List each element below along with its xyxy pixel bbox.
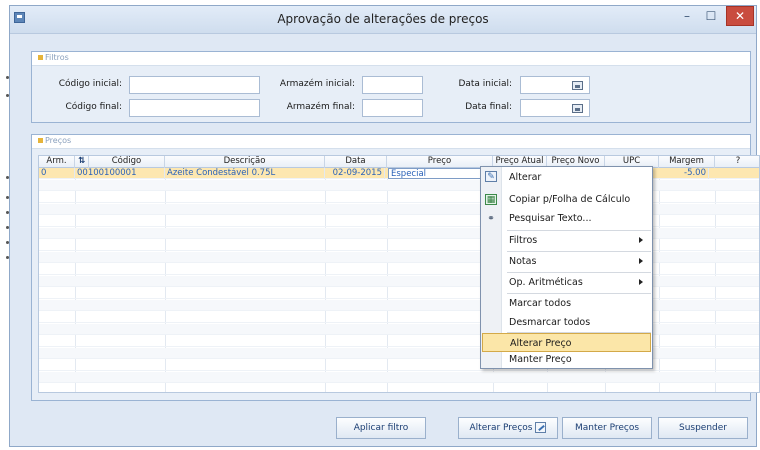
manter-precos-button[interactable]: Manter Preços — [562, 417, 652, 439]
menu-item-desmarcar-todos[interactable]: Desmarcar todos — [503, 313, 651, 332]
col-header-codigo[interactable]: Código — [89, 156, 165, 168]
title-bar: Aprovação de alterações de preços – ☐ ✕ — [10, 6, 756, 34]
codigo-final-field[interactable] — [129, 99, 260, 117]
alterar-precos-button[interactable]: Alterar Preços — [458, 417, 558, 439]
filters-group-title: Filtros — [45, 53, 69, 62]
minimize-button[interactable]: – — [676, 9, 698, 26]
menu-item-filtros-label: Filtros — [509, 235, 538, 246]
codigo-inicial-label: Código inicial: — [58, 79, 122, 89]
sort-icon[interactable]: ⇅ — [75, 156, 89, 168]
col-header-preco[interactable]: Preço — [387, 156, 493, 168]
alterar-precos-label: Alterar Preços — [469, 423, 533, 433]
suspender-label: Suspender — [678, 423, 727, 433]
calendar-icon[interactable] — [572, 104, 583, 113]
menu-item-pesquisar[interactable]: Pesquisar Texto... — [503, 209, 651, 228]
menu-item-marcar-todos[interactable]: Marcar todos — [503, 294, 651, 313]
col-header-descricao[interactable]: Descrição — [165, 156, 325, 168]
menu-item-copiar[interactable]: Copiar p/Folha de Cálculo — [503, 190, 651, 209]
armazem-inicial-label: Armazém inicial: — [279, 79, 355, 89]
codigo-inicial-field[interactable] — [129, 76, 260, 94]
armazem-final-label: Armazém final: — [286, 102, 355, 112]
collapse-icon[interactable] — [38, 138, 43, 143]
menu-item-manter-preco[interactable]: Manter Preço — [503, 350, 651, 369]
aplicar-filtro-label: Aplicar filtro — [353, 423, 409, 433]
menu-item-alterar[interactable]: Alterar — [503, 168, 651, 187]
table-row[interactable] — [39, 384, 759, 392]
col-header-arm[interactable]: Arm. — [39, 156, 75, 168]
maximize-button[interactable]: ☐ — [699, 9, 723, 26]
context-menu: ✎ Alterar ▦ Copiar p/Folha de Cálculo ⚭ … — [480, 166, 653, 369]
data-final-label: Data final: — [465, 102, 512, 112]
spreadsheet-icon: ▦ — [485, 194, 497, 205]
prices-group-header: Preços — [32, 135, 750, 149]
data-inicial-field[interactable] — [520, 76, 590, 94]
manter-precos-label: Manter Preços — [574, 423, 640, 433]
submenu-arrow-icon — [639, 237, 643, 243]
col-header-margem[interactable]: Margem — [659, 156, 715, 168]
menu-item-op-aritmeticas[interactable]: Op. Aritméticas — [503, 273, 651, 292]
background-window-edge — [0, 0, 9, 450]
codigo-final-label: Código final: — [65, 102, 122, 112]
window-title: Aprovação de alterações de preços — [277, 12, 489, 26]
filters-group: Filtros Código inicial: Código final: Ar… — [31, 51, 751, 123]
cell-arm[interactable]: 0 — [41, 168, 75, 179]
data-inicial-label: Data inicial: — [458, 79, 512, 89]
menu-item-op-aritmeticas-label: Op. Aritméticas — [509, 277, 583, 288]
menu-item-filtros[interactable]: Filtros — [503, 231, 651, 250]
armazem-inicial-field[interactable] — [362, 76, 423, 94]
menu-item-notas-label: Notas — [509, 256, 537, 267]
menu-item-notas[interactable]: Notas — [503, 252, 651, 271]
cell-codigo[interactable]: 00100100001 — [77, 168, 165, 179]
prices-group-title: Preços — [45, 136, 72, 145]
filters-group-header: Filtros — [32, 52, 750, 66]
cell-descricao[interactable]: Azeite Condestável 0.75L — [167, 168, 325, 179]
edit-icon: ✎ — [485, 171, 497, 182]
data-final-field[interactable] — [520, 99, 590, 117]
submenu-arrow-icon — [639, 279, 643, 285]
submenu-arrow-icon — [639, 258, 643, 264]
col-header-help[interactable]: ? — [715, 156, 759, 168]
cell-margem[interactable]: -5.00 — [659, 168, 709, 179]
col-header-data[interactable]: Data — [325, 156, 387, 168]
calendar-icon[interactable] — [572, 81, 583, 90]
close-button[interactable]: ✕ — [726, 6, 754, 26]
cell-data[interactable]: 02-09-2015 — [327, 168, 385, 179]
cell-preco[interactable]: Especial — [388, 168, 492, 179]
desktop: Aprovação de alterações de preços – ☐ ✕ … — [0, 0, 760, 450]
collapse-icon[interactable] — [38, 55, 43, 60]
edit-icon — [535, 422, 547, 433]
binoculars-icon: ⚭ — [487, 214, 495, 224]
suspender-button[interactable]: Suspender — [658, 417, 748, 439]
table-row[interactable] — [39, 372, 759, 383]
aplicar-filtro-button[interactable]: Aplicar filtro — [336, 417, 426, 439]
armazem-final-field[interactable] — [362, 99, 423, 117]
